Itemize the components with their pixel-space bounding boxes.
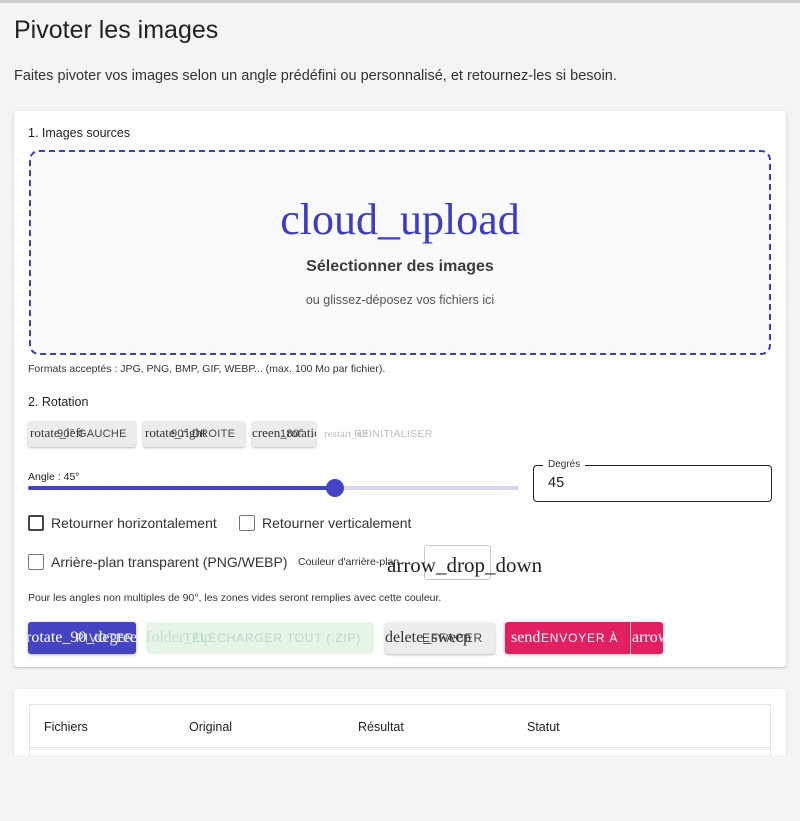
download-zip-button[interactable]: folder_zip TÉLÉCHARGER TOUT (.ZIP) xyxy=(146,622,374,654)
rotate-right-90-button[interactable]: rotate_right 90° DROITE xyxy=(143,421,245,447)
flip-vertical-label: Retourner verticalement xyxy=(262,515,412,531)
dropzone-subtitle: ou glissez-déposez vos fichiers ici xyxy=(305,293,495,307)
bg-color-hint: Pour les angles non multiples de 90°, le… xyxy=(28,592,442,604)
degrees-field[interactable]: Degrés xyxy=(533,459,772,502)
send-icon: send xyxy=(511,629,541,646)
page-subtitle: Faites pivoter vos images selon un angle… xyxy=(14,68,617,84)
send-to-button[interactable]: send ENVOYER À xyxy=(505,622,630,654)
angle-slider[interactable] xyxy=(28,479,519,497)
rotate-left-90-label: 90° GAUCHE xyxy=(57,428,127,440)
rotate-settings-card: 1. Images sources cloud_upload Sélection… xyxy=(14,111,786,667)
column-header-status: Statut xyxy=(527,720,560,734)
reset-rotation-button[interactable]: restart_alt RÉINITIALISER xyxy=(324,425,439,445)
arrow-drop-down-icon: arrow_drop_down xyxy=(632,629,663,646)
rotate-button[interactable]: rotate_90_degrees_cw PIVOTER xyxy=(28,622,136,654)
send-to-label: ENVOYER À xyxy=(541,631,619,645)
reset-label: RÉINITIALISER xyxy=(354,428,433,440)
rotate-180-button[interactable]: screen_rotation 180° xyxy=(252,421,316,447)
accepted-formats-note: Formats acceptés : JPG, PNG, BMP, GIF, W… xyxy=(28,363,386,375)
rotation-section-label: 2. Rotation xyxy=(28,395,89,409)
dropzone-title: Sélectionner des images xyxy=(306,258,494,275)
column-header-original: Original xyxy=(189,720,233,734)
transparent-bg-checkbox[interactable] xyxy=(28,554,44,570)
page-title: Pivoter les images xyxy=(14,16,219,44)
cloud-upload-icon: cloud_upload xyxy=(280,195,520,244)
sources-section-label: 1. Images sources xyxy=(28,126,131,140)
file-dropzone[interactable]: cloud_upload Sélectionner des images ou … xyxy=(29,150,771,355)
transparent-bg-label: Arrière-plan transparent (PNG/WEBP) xyxy=(51,554,288,570)
angle-slider-thumb[interactable] xyxy=(325,479,344,497)
bg-color-label: Couleur d'arrière-plan xyxy=(298,556,400,568)
rotate-left-90-button[interactable]: rotate_left 90° GAUCHE xyxy=(28,421,136,447)
column-header-result: Résultat xyxy=(358,720,404,734)
download-zip-label: TÉLÉCHARGER TOUT (.ZIP) xyxy=(184,631,362,645)
table-header-row: Fichiers Original Résultat Statut xyxy=(30,705,770,748)
clear-button[interactable]: delete_sweep EFFACER xyxy=(385,622,495,654)
send-to-dropdown-button[interactable]: arrow_drop_down xyxy=(631,622,663,654)
bg-color-picker[interactable]: arrow_drop_down xyxy=(387,545,542,580)
column-header-files: Fichiers xyxy=(44,720,88,734)
top-border xyxy=(0,0,800,3)
degrees-input[interactable] xyxy=(548,475,748,491)
flip-horizontal-label: Retourner horizontalement xyxy=(51,515,217,531)
flip-vertical-checkbox[interactable] xyxy=(239,515,255,531)
angle-label: Angle : 45° xyxy=(28,471,80,483)
arrow-drop-down-icon: arrow_drop_down xyxy=(387,553,543,577)
rotate-button-label: PIVOTER xyxy=(76,631,135,645)
flip-horizontal-checkbox[interactable] xyxy=(28,515,44,531)
rotate-right-90-label: 90° DROITE xyxy=(171,428,236,440)
page-background-bottom xyxy=(0,755,800,821)
rotate-180-label: 180° xyxy=(280,428,304,440)
angle-slider-fill xyxy=(28,486,335,490)
degrees-field-label: Degrés xyxy=(543,459,586,470)
clear-button-label: EFFACER xyxy=(422,631,483,645)
